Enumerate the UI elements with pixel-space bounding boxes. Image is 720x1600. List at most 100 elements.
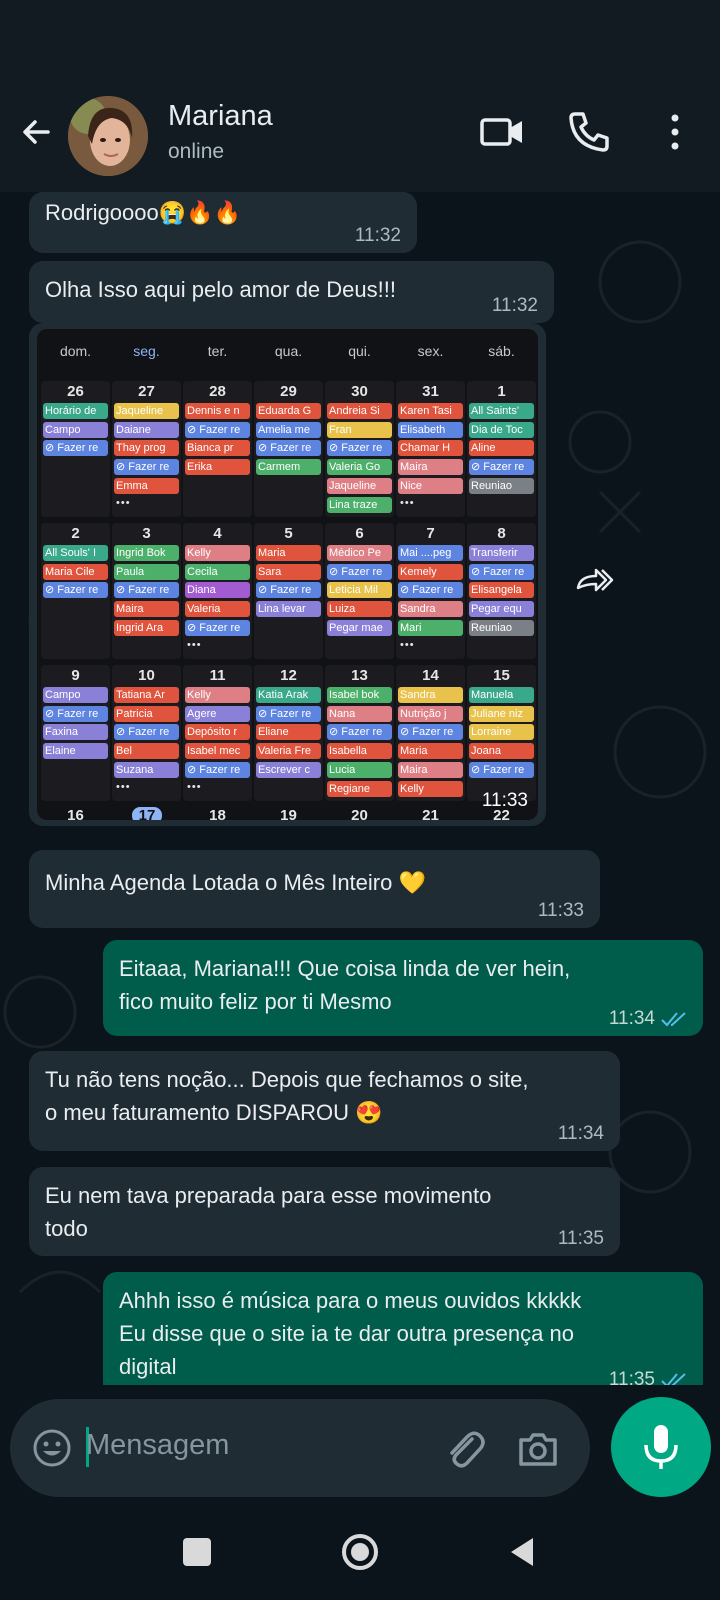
- message-bubble[interactable]: Olha Isso aqui pelo amor de Deus!!! 11:3…: [29, 261, 554, 323]
- message-input[interactable]: Mensagem: [86, 1429, 229, 1462]
- calendar-day-cell: 6 Médico Pe ⊘ Fazer re Leticia Mil Luiza Pega…: [325, 523, 394, 659]
- calendar-day-cell: 30 Andreia Si Fran ⊘ Fazer re Valeria Go Jaqu…: [325, 381, 394, 517]
- calendar-event: Leticia Mil: [327, 582, 392, 599]
- camera-icon[interactable]: [516, 1427, 560, 1471]
- calendar-event: Maira: [398, 459, 463, 476]
- weekday-header: qui.: [348, 343, 371, 359]
- message-text: Minha Agenda Lotada o Mês Inteiro 💛: [45, 870, 426, 895]
- day-number: 15: [493, 667, 510, 684]
- calendar-event: All Souls' I: [43, 545, 108, 561]
- calendar-event: Patricia: [114, 705, 179, 722]
- day-number: 5: [284, 525, 293, 542]
- system-nav-bar: [0, 1505, 720, 1600]
- double-check-icon: [661, 1012, 686, 1027]
- calendar-event: Isabel mec: [185, 743, 250, 760]
- calendar-event: Valeria: [185, 601, 250, 618]
- message-bubble[interactable]: Ahhh isso é música para o meus ouvidos k…: [103, 1272, 703, 1385]
- voice-call-icon[interactable]: [565, 108, 613, 156]
- message-time: 11:34: [609, 1008, 687, 1030]
- calendar-event: Isabella: [327, 743, 392, 760]
- day-number: 7: [426, 525, 435, 542]
- message-time: 11:33: [537, 900, 584, 921]
- contact-status: online: [168, 140, 225, 163]
- message-text: Tu não tens noção... Depois que fechamos…: [45, 1067, 529, 1125]
- calendar-event: Elaine: [43, 743, 108, 760]
- weekday-header: seg.: [133, 343, 160, 359]
- day-number: 8: [497, 525, 506, 542]
- calendar-event: Médico Pe: [327, 545, 392, 561]
- back-nav-icon[interactable]: [501, 1530, 545, 1574]
- message-bubble[interactable]: Eitaaa, Mariana!!! Que coisa linda de ve…: [103, 940, 703, 1036]
- voice-message-button[interactable]: [611, 1397, 711, 1497]
- calendar-event: Isabel bok: [327, 687, 392, 703]
- message-bubble[interactable]: Eu nem tava preparada para esse moviment…: [29, 1167, 620, 1256]
- more-options-icon[interactable]: [651, 108, 699, 156]
- calendar-event: Regiane: [327, 780, 392, 797]
- message-input-bar: Mensagem: [10, 1399, 590, 1497]
- day-number: 11: [209, 667, 226, 684]
- back-arrow-icon[interactable]: [14, 110, 58, 154]
- emoji-icon[interactable]: [32, 1428, 72, 1468]
- calendar-event: Kelly: [185, 545, 250, 561]
- calendar-event: Escrever c: [256, 761, 321, 778]
- calendar-event: Kelly: [398, 780, 463, 797]
- video-call-icon[interactable]: [478, 108, 526, 156]
- calendar-event: ⊘ Fazer re: [327, 440, 392, 457]
- calendar-day-cell: 26 Horário de Campo ⊘ Fazer re: [41, 381, 110, 517]
- weekday-header: ter.: [207, 343, 228, 359]
- message-bubble[interactable]: Minha Agenda Lotada o Mês Inteiro 💛 11:3…: [29, 850, 600, 928]
- day-number: 28: [209, 383, 226, 400]
- more-events-indicator: •••: [116, 780, 131, 793]
- calendar-event: Bianca pr: [185, 440, 250, 457]
- calendar-event: Amelia me: [256, 421, 321, 438]
- calendar-event: ⊘ Fazer re: [256, 582, 321, 599]
- day-number: 27: [138, 383, 155, 400]
- calendar-event: Valeria Fre: [256, 743, 321, 760]
- calendar-event: Luiza: [327, 601, 392, 618]
- message-time-label: 11:34: [608, 1008, 655, 1029]
- calendar-event: Paula: [114, 563, 179, 580]
- calendar-event: Campo: [43, 421, 108, 438]
- day-number: 16: [67, 807, 84, 820]
- message-bubble[interactable]: Rodrigoooo😭🔥🔥 11:32: [29, 192, 417, 253]
- more-events-indicator: •••: [116, 496, 131, 509]
- double-check-icon: [661, 1373, 686, 1385]
- calendar-event: ⊘ Fazer re: [185, 421, 250, 438]
- attach-icon[interactable]: [442, 1427, 486, 1471]
- calendar-event: Cecila: [185, 563, 250, 580]
- calendar-event: Lina levar: [256, 601, 321, 618]
- home-icon[interactable]: [338, 1530, 382, 1574]
- day-number: 30: [351, 383, 368, 400]
- calendar-event: ⊘ Fazer re: [114, 582, 179, 599]
- day-number: 1: [497, 383, 506, 400]
- calendar-event: Erika: [185, 459, 250, 476]
- calendar-event: Dennis e n: [185, 403, 250, 419]
- recents-icon[interactable]: [175, 1530, 219, 1574]
- day-number: 18: [209, 807, 226, 820]
- calendar-image-message[interactable]: dom. seg. ter. qua. qui. sex. sáb. 26 Horário de…: [29, 323, 546, 826]
- message-time: 11:35: [609, 1369, 687, 1385]
- calendar-event: Nana: [327, 705, 392, 722]
- chat-area[interactable]: Rodrigoooo😭🔥🔥 11:32 Olha Isso aqui pelo …: [0, 192, 720, 1385]
- calendar-event: ⊘ Fazer re: [327, 563, 392, 580]
- message-text: Olha Isso aqui pelo amor de Deus!!!: [45, 277, 396, 302]
- day-number: 2: [71, 525, 80, 542]
- message-bubble[interactable]: Tu não tens noção... Depois que fechamos…: [29, 1051, 620, 1151]
- calendar-event: ⊘ Fazer re: [114, 459, 179, 476]
- calendar-event: Elisangela: [469, 582, 534, 599]
- day-number: 20: [351, 807, 368, 820]
- calendar-event: Ingrid Ara: [114, 619, 179, 636]
- calendar-event: Kemely: [398, 563, 463, 580]
- calendar-screenshot: dom. seg. ter. qua. qui. sex. sáb. 26 Horário de…: [37, 329, 538, 820]
- calendar-day-cell: 8 Transferir ⊘ Fazer re Elisangela Pegar equ…: [467, 523, 536, 659]
- day-number: 13: [351, 667, 368, 684]
- contact-avatar[interactable]: [68, 96, 148, 176]
- image-time: 11:33: [481, 790, 528, 811]
- calendar-event: Lina traze: [327, 496, 392, 513]
- message-time: 11:32: [354, 225, 401, 246]
- forward-icon[interactable]: [570, 556, 618, 604]
- day-number: 9: [71, 667, 80, 684]
- contact-name[interactable]: Mariana: [168, 100, 273, 133]
- calendar-event: Lorraine: [469, 724, 534, 741]
- calendar-day-cell: 10 Tatiana Ar Patricia ⊘ Fazer re Bel Suzana •…: [112, 665, 181, 801]
